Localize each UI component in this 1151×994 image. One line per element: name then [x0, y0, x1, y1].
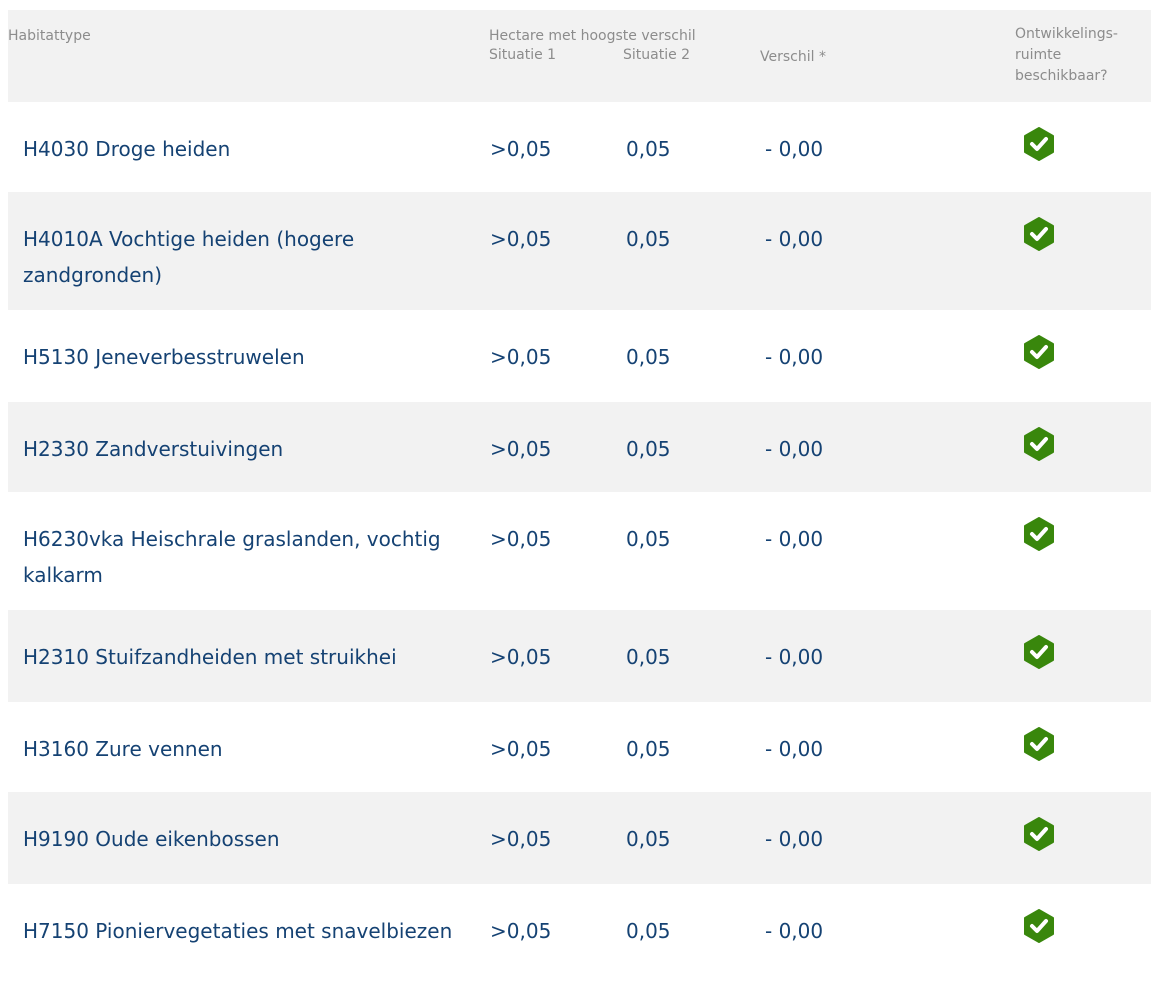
check-badge-icon — [1023, 335, 1055, 369]
check-badge-icon — [1023, 517, 1055, 551]
situatie-2-value: 0,05 — [626, 227, 671, 251]
table-row: H5130 Jeneverbesstruwelen >0,05 0,05 - 0,00 — [8, 310, 1151, 402]
habitat-name[interactable]: H2330 Zandverstuivingen — [23, 431, 483, 467]
header-habitattype: Habitattype — [8, 28, 91, 44]
check-badge-icon — [1023, 727, 1055, 761]
situatie-1-value: >0,05 — [490, 737, 552, 761]
table-body: H4030 Droge heiden >0,05 0,05 - 0,00 H4010A … — [8, 102, 1151, 994]
verschil-value: - 0,00 — [765, 645, 824, 669]
table-row: H4030 Droge heiden >0,05 0,05 - 0,00 — [8, 102, 1151, 192]
verschil-value: - 0,00 — [765, 527, 824, 551]
situatie-2-value: 0,05 — [626, 645, 671, 669]
situatie-2-value: 0,05 — [626, 437, 671, 461]
table-row: H9190 Oude eikenbossen >0,05 0,05 - 0,00 — [8, 792, 1151, 884]
table-row: H2310 Stuifzandheiden met struikhei >0,05… — [8, 610, 1151, 702]
header-verschil: Verschil * — [760, 49, 826, 65]
situatie-2-value: 0,05 — [626, 527, 671, 551]
check-badge-icon — [1023, 635, 1055, 669]
situatie-1-value: >0,05 — [490, 227, 552, 251]
header-hectare-group: Hectare met hoogste verschil — [489, 28, 696, 44]
table-row: H7150 Pioniervegetaties met snavelbiezen… — [8, 884, 1151, 994]
habitat-name[interactable]: H3160 Zure vennen — [23, 731, 483, 767]
situatie-1-value: >0,05 — [490, 437, 552, 461]
habitat-name[interactable]: H2310 Stuifzandheiden met struikhei — [23, 639, 483, 675]
situatie-1-value: >0,05 — [490, 645, 552, 669]
header-situatie-1: Situatie 1 — [489, 47, 557, 63]
check-badge-icon — [1023, 817, 1055, 851]
table-row: H4010A Vochtige heiden (hogere zandgrond… — [8, 192, 1151, 310]
habitat-name[interactable]: H6230vka Heischrale graslanden, vochtig … — [23, 521, 483, 593]
situatie-2-value: 0,05 — [626, 827, 671, 851]
habitat-table: Habitattype Hectare met hoogste verschil… — [8, 10, 1151, 994]
habitat-name[interactable]: H9190 Oude eikenbossen — [23, 821, 483, 857]
verschil-value: - 0,00 — [765, 227, 824, 251]
header-ontwikkelingsruimte-line3: beschikbaar? — [1015, 68, 1108, 84]
situatie-1-value: >0,05 — [490, 137, 552, 161]
table-header: Habitattype Hectare met hoogste verschil… — [8, 10, 1151, 102]
header-ontwikkelingsruimte-line1: Ontwikkelings- — [1015, 26, 1118, 42]
table-row: H6230vka Heischrale graslanden, vochtig … — [8, 492, 1151, 610]
situatie-1-value: >0,05 — [490, 827, 552, 851]
verschil-value: - 0,00 — [765, 827, 824, 851]
habitat-name[interactable]: H4010A Vochtige heiden (hogere zandgrond… — [23, 221, 483, 293]
header-ontwikkelingsruimte-line2: ruimte — [1015, 47, 1062, 63]
situatie-1-value: >0,05 — [490, 919, 552, 943]
table-row: H2330 Zandverstuivingen >0,05 0,05 - 0,00 — [8, 402, 1151, 492]
header-situatie-2: Situatie 2 — [623, 47, 691, 63]
habitat-name[interactable]: H7150 Pioniervegetaties met snavelbiezen — [23, 913, 483, 949]
situatie-2-value: 0,05 — [626, 345, 671, 369]
verschil-value: - 0,00 — [765, 737, 824, 761]
situatie-2-value: 0,05 — [626, 737, 671, 761]
verschil-value: - 0,00 — [765, 437, 824, 461]
verschil-value: - 0,00 — [765, 137, 824, 161]
table-row: H3160 Zure vennen >0,05 0,05 - 0,00 — [8, 702, 1151, 792]
situatie-1-value: >0,05 — [490, 345, 552, 369]
verschil-value: - 0,00 — [765, 345, 824, 369]
check-badge-icon — [1023, 217, 1055, 251]
habitat-name[interactable]: H5130 Jeneverbesstruwelen — [23, 339, 483, 375]
check-badge-icon — [1023, 909, 1055, 943]
verschil-value: - 0,00 — [765, 919, 824, 943]
situatie-2-value: 0,05 — [626, 919, 671, 943]
check-badge-icon — [1023, 427, 1055, 461]
situatie-2-value: 0,05 — [626, 137, 671, 161]
situatie-1-value: >0,05 — [490, 527, 552, 551]
check-badge-icon — [1023, 127, 1055, 161]
habitat-name[interactable]: H4030 Droge heiden — [23, 131, 483, 167]
